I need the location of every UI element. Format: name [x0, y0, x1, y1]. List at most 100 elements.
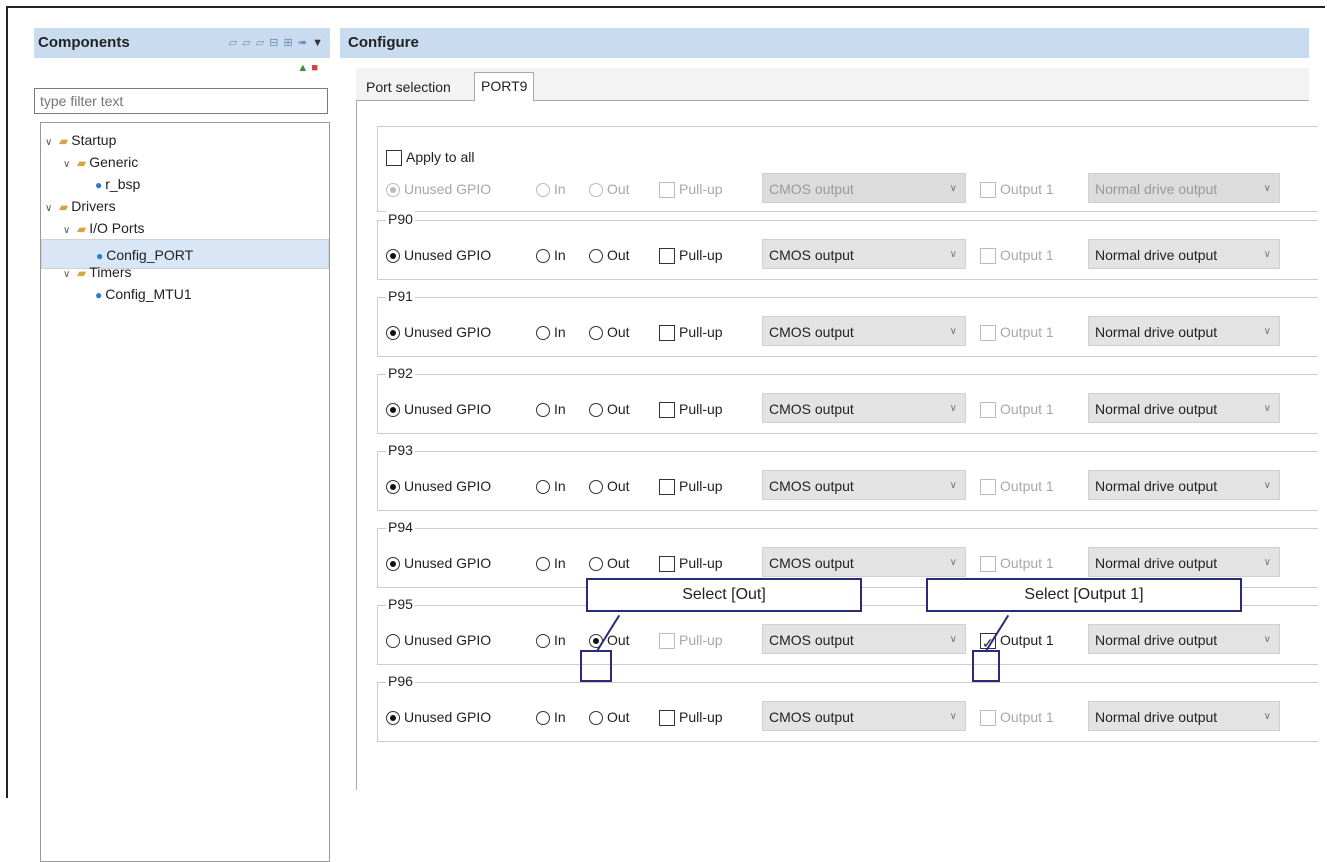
unused-gpio-radio[interactable]: Unused GPIO — [386, 320, 491, 344]
port-group-p93: P93 Unused GPIO In Out Pull-up CMOS output ∨ Ou… — [377, 442, 1318, 511]
unused-gpio-radio[interactable]: Unused GPIO — [386, 397, 491, 421]
pullup-checkbox[interactable]: Pull-up — [659, 397, 723, 421]
port-group-p91: P91 Unused GPIO In Out Pull-up CMOS output ∨ Ou… — [377, 288, 1318, 357]
tab-port9[interactable]: PORT9 — [474, 72, 535, 102]
in-radio[interactable]: In — [536, 397, 566, 421]
in-radio[interactable]: In — [536, 551, 566, 575]
toolbar-link-icon[interactable]: ➠ — [298, 37, 308, 49]
output1-checkbox: Output 1 — [980, 705, 1054, 729]
apply-all-group: Apply to all Unused GPIO In Out Pull-up … — [377, 126, 1318, 212]
port-group-p92: P92 Unused GPIO In Out Pull-up CMOS output ∨ Ou… — [377, 365, 1318, 434]
add-component-icon[interactable]: ▲ — [297, 62, 308, 74]
port-config-content: Apply to all Unused GPIO In Out Pull-up … — [356, 100, 1318, 790]
tab-strip: Port selection PORT9 — [356, 68, 1309, 102]
in-radio[interactable]: In — [536, 705, 566, 729]
drive-select[interactable]: Normal drive output ∨ — [1088, 701, 1280, 731]
configure-header: Configure — [340, 28, 1309, 58]
pullup-checkbox[interactable]: Pull-up — [659, 705, 723, 729]
apply-all-checkbox[interactable]: Apply to all — [386, 145, 474, 169]
out-radio[interactable]: Out — [589, 397, 630, 421]
apply-all-checkbox-box[interactable] — [386, 150, 402, 166]
tab-port-selection[interactable]: Port selection — [360, 74, 457, 100]
port-label: P94 — [386, 519, 415, 535]
toolbar-collapse-icon[interactable]: ⊟ — [269, 37, 279, 49]
unused-gpio-radio[interactable]: Unused GPIO — [386, 551, 491, 575]
pullup-checkbox[interactable]: Pull-up — [659, 243, 723, 267]
apply-all-output-type-select: CMOS output ∨ — [762, 173, 966, 203]
tree-item-label: Config_MTU1 — [105, 286, 192, 302]
remove-component-icon[interactable]: ■ — [311, 62, 318, 74]
drive-select[interactable]: Normal drive output ∨ — [1088, 470, 1280, 500]
unused-gpio-radio[interactable]: Unused GPIO — [386, 705, 491, 729]
output1-checkbox: Output 1 — [980, 243, 1054, 267]
output-type-select[interactable]: CMOS output ∨ — [762, 316, 966, 346]
output-type-select[interactable]: CMOS output ∨ — [762, 701, 966, 731]
apply-all-output1-checkbox: Output 1 — [980, 177, 1054, 201]
drive-select[interactable]: Normal drive output ∨ — [1088, 624, 1280, 654]
tree-item-timers[interactable]: ∨ ▰ Timers — [41, 261, 132, 283]
output-type-select[interactable]: CMOS output ∨ — [762, 624, 966, 654]
components-toolbar[interactable]: ▱ ▱ ▱ ⊟ ⊞ ➠ ▼ — [229, 28, 324, 58]
unused-gpio-radio[interactable]: Unused GPIO — [386, 243, 491, 267]
components-panel: ▲ ■ ∨▰Startup∨▰Generic●r_bsp∨▰Drivers∨▰I… — [34, 58, 330, 862]
port-label: P96 — [386, 673, 415, 689]
panel-mini-toolbar[interactable]: ▲ ■ — [297, 62, 318, 74]
port-group-p96: P96 Unused GPIO In Out Pull-up CMOS output ∨ Ou… — [377, 673, 1318, 742]
toolbar-expand-icon[interactable]: ⊞ — [284, 37, 294, 49]
configure-title: Configure — [348, 34, 419, 51]
folder-icon: ▰ — [77, 222, 87, 236]
tree-item-drivers[interactable]: ∨ ▰ Drivers — [41, 195, 116, 217]
toolbar-add-icon[interactable]: ▱ — [229, 37, 238, 49]
pullup-checkbox[interactable]: Pull-up — [659, 320, 723, 344]
output-type-select[interactable]: CMOS output ∨ — [762, 393, 966, 423]
in-radio[interactable]: In — [536, 243, 566, 267]
out-radio[interactable]: Out — [589, 705, 630, 729]
callout-select-out: Select [Out] — [586, 578, 862, 612]
unused-gpio-radio[interactable]: Unused GPIO — [386, 628, 491, 652]
toolbar-generate-icon[interactable]: ▱ — [256, 37, 265, 49]
apply-all-unused-radio: Unused GPIO — [386, 177, 491, 201]
out-radio[interactable]: Out — [589, 243, 630, 267]
port-label: P93 — [386, 442, 415, 458]
folder-icon: ▰ — [59, 200, 69, 214]
tree-item-startup[interactable]: ∨ ▰ Startup — [41, 129, 116, 151]
pullup-checkbox: Pull-up — [659, 628, 723, 652]
out-radio[interactable]: Out — [589, 474, 630, 498]
tree-item-label: r_bsp — [105, 176, 141, 192]
out-radio[interactable]: Out — [589, 320, 630, 344]
component-icon: ● — [95, 178, 103, 192]
apply-all-out-radio: Out — [589, 177, 630, 201]
pullup-checkbox[interactable]: Pull-up — [659, 551, 723, 575]
in-radio[interactable]: In — [536, 474, 566, 498]
tree-item-label: Drivers — [71, 198, 116, 214]
output-type-select[interactable]: CMOS output ∨ — [762, 547, 966, 577]
unused-gpio-radio[interactable]: Unused GPIO — [386, 474, 491, 498]
highlight-output1-checkbox — [972, 650, 1000, 682]
tree-item-config-mtu1[interactable]: ● Config_MTU1 — [41, 283, 192, 305]
folder-icon: ▰ — [77, 266, 87, 280]
pullup-checkbox[interactable]: Pull-up — [659, 474, 723, 498]
in-radio[interactable]: In — [536, 628, 566, 652]
tree-item-label: Generic — [89, 154, 139, 170]
tree-item-generic[interactable]: ∨ ▰ Generic — [41, 151, 138, 173]
drive-select[interactable]: Normal drive output ∨ — [1088, 393, 1280, 423]
component-tree: ∨ ▰ Startup ∨ ▰ Generic ● r_bsp ∨ ▰ Drivers ∨ ▰ I/O P… — [40, 122, 330, 862]
component-icon: ● — [95, 288, 103, 302]
toolbar-menu-icon[interactable]: ▼ — [312, 37, 324, 49]
folder-icon: ▰ — [59, 134, 69, 148]
drive-select[interactable]: Normal drive output ∨ — [1088, 316, 1280, 346]
callout-select-output1: Select [Output 1] — [926, 578, 1242, 612]
tree-item-label: Startup — [71, 132, 117, 148]
drive-select[interactable]: Normal drive output ∨ — [1088, 547, 1280, 577]
output1-checkbox: Output 1 — [980, 551, 1054, 575]
in-radio[interactable]: In — [536, 320, 566, 344]
output-type-select[interactable]: CMOS output ∨ — [762, 239, 966, 269]
out-radio[interactable]: Out — [589, 551, 630, 575]
filter-input[interactable] — [34, 88, 328, 114]
tree-item-i-o-ports[interactable]: ∨ ▰ I/O Ports — [41, 217, 144, 239]
highlight-out-radio — [580, 650, 612, 682]
output-type-select[interactable]: CMOS output ∨ — [762, 470, 966, 500]
toolbar-remove-icon[interactable]: ▱ — [242, 37, 251, 49]
drive-select[interactable]: Normal drive output ∨ — [1088, 239, 1280, 269]
tree-item-r-bsp[interactable]: ● r_bsp — [41, 173, 140, 195]
